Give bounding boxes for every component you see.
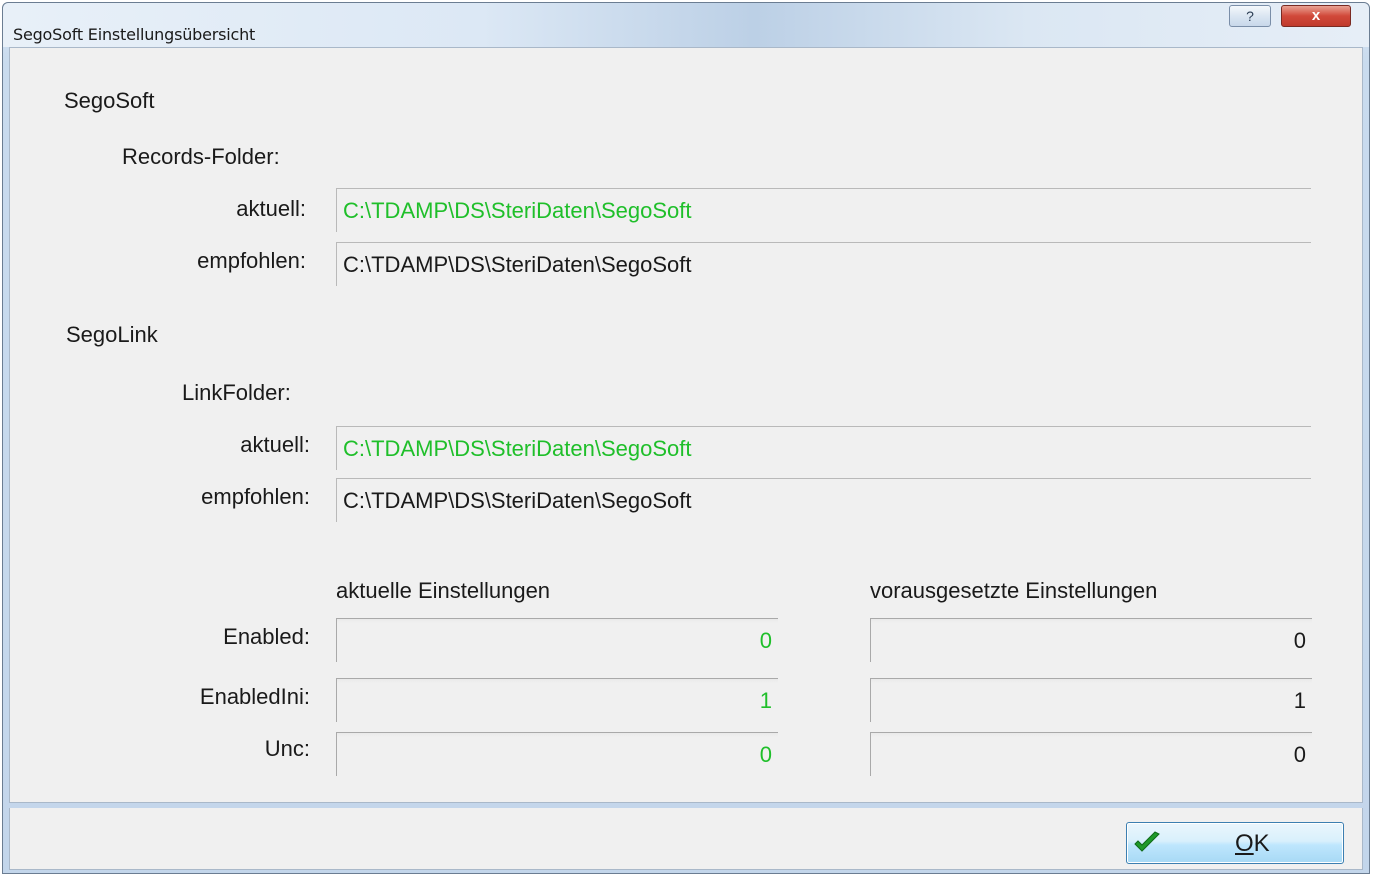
unc-current-field: 0 [336, 732, 778, 776]
ok-button-label: OK [1235, 830, 1270, 858]
ok-mnemonic: O [1235, 830, 1254, 857]
unc-required-field: 0 [870, 732, 1312, 776]
enabled-label: Enabled: [223, 624, 310, 649]
enabledini-required-field: 1 [870, 678, 1312, 722]
title-bar[interactable]: SegoSoft Einstellungsübersicht ? x [3, 3, 1369, 47]
records-folder-label: Records-Folder: [122, 144, 280, 169]
segolink-empfohlen-field: C:\TDAMP\DS\SteriDaten\SegoSoft [336, 478, 1311, 522]
dialog-content: SegoSoft Records-Folder: aktuell: C:\TDA… [9, 47, 1363, 803]
unc-label: Unc: [264, 736, 310, 761]
segolink-aktuell-field: C:\TDAMP\DS\SteriDaten\SegoSoft [336, 426, 1311, 470]
enabledini-current-field: 1 [336, 678, 778, 722]
segosoft-empfohlen-field: C:\TDAMP\DS\SteriDaten\SegoSoft [336, 242, 1311, 286]
dialog-footer: OK [9, 808, 1363, 870]
close-button[interactable]: x [1281, 5, 1351, 27]
ok-label-rest: K [1253, 830, 1270, 857]
segolink-heading: SegoLink [66, 322, 158, 347]
window-title: SegoSoft Einstellungsübersicht [13, 25, 256, 44]
enabled-current-field: 0 [336, 618, 778, 662]
dialog-window: SegoSoft Einstellungsübersicht ? x SegoS… [2, 2, 1370, 874]
enabledini-label: EnabledIni: [199, 684, 310, 709]
required-settings-header: vorausgesetzte Einstellungen [870, 578, 1158, 603]
ok-button[interactable]: OK [1126, 822, 1344, 864]
segolink-aktuell-label: aktuell: [240, 432, 310, 457]
close-icon: x [1311, 7, 1321, 24]
segosoft-aktuell-label: aktuell: [236, 196, 306, 221]
segosoft-aktuell-field: C:\TDAMP\DS\SteriDaten\SegoSoft [336, 188, 1311, 232]
checkmark-icon [1134, 831, 1160, 852]
link-folder-label: LinkFolder: [182, 380, 291, 405]
help-icon: ? [1246, 8, 1254, 24]
current-settings-header: aktuelle Einstellungen [336, 578, 551, 603]
segolink-empfohlen-label: empfohlen: [201, 484, 310, 509]
help-button[interactable]: ? [1229, 5, 1271, 27]
segosoft-empfohlen-label: empfohlen: [197, 248, 306, 273]
enabled-required-field: 0 [870, 618, 1312, 662]
segosoft-heading: SegoSoft [64, 88, 155, 113]
